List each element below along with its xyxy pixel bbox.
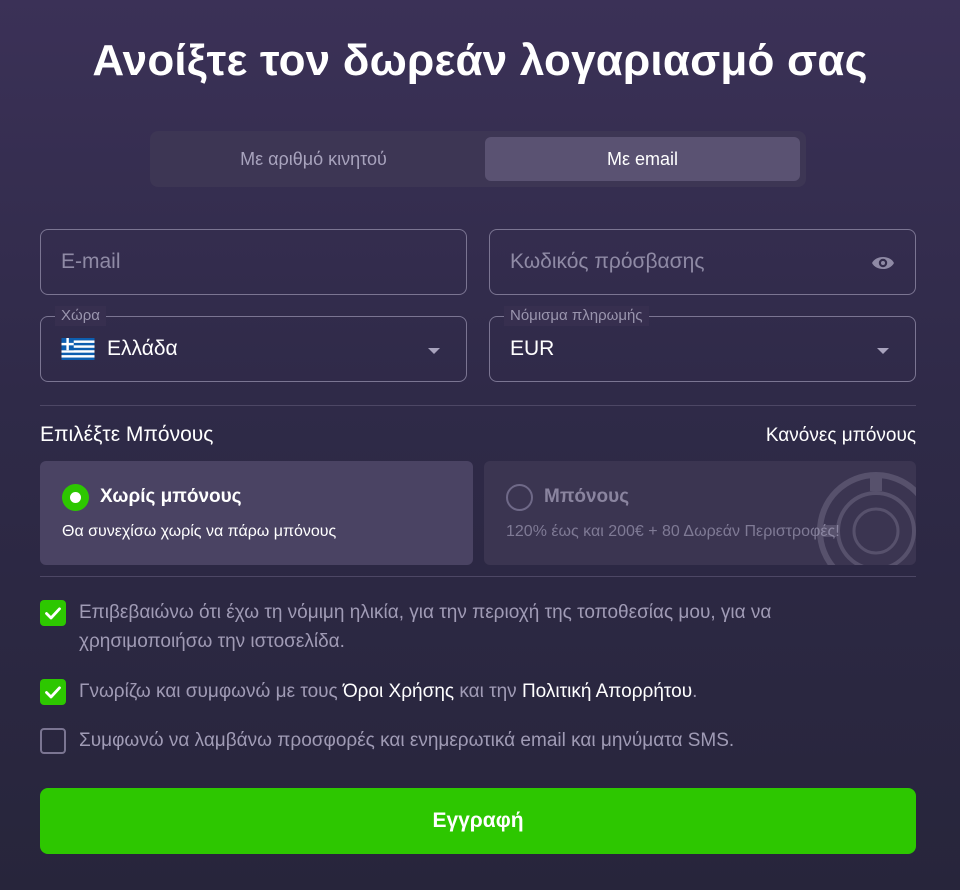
- age-checkbox[interactable]: [40, 600, 66, 626]
- terms-of-use-link[interactable]: Όροι Χρήσης: [343, 681, 454, 702]
- checkmark-icon: [45, 685, 61, 698]
- bonus-option-desc: 120% έως και 200€ + 80 Δωρεάν Περιστροφέ…: [506, 523, 840, 540]
- registration-method-tabs: Με αριθμό κινητού Με email: [150, 131, 806, 187]
- currency-select[interactable]: Νόμισμα πληρωμής EUR: [489, 306, 916, 382]
- terms-text-mid: και την: [454, 681, 522, 702]
- radio-selected[interactable]: [62, 484, 89, 511]
- marketing-checkbox-label: Συμφωνώ να λαμβάνω προσφορές και ενημερω…: [79, 730, 735, 751]
- divider: [40, 405, 916, 406]
- register-button[interactable]: Εγγραφή: [40, 788, 916, 854]
- terms-text-pre: Γνωρίζω και συμφωνώ με τους: [79, 681, 343, 702]
- page-title: Ανοίξτε τον δωρεάν λογαριασμό σας: [92, 36, 868, 85]
- email-field[interactable]: E-mail: [40, 229, 467, 295]
- password-field[interactable]: Κωδικός πρόσβασης: [489, 229, 916, 295]
- checkmark-icon: [45, 606, 61, 619]
- bonus-option-bonus[interactable]: Μπόνους 120% έως και 200€ + 80 Δωρεάν Πε…: [484, 461, 916, 565]
- tab-phone[interactable]: Με αριθμό κινητού: [156, 137, 471, 181]
- country-select[interactable]: Χώρα Ελλάδα: [40, 306, 467, 382]
- bonus-rules-link[interactable]: Κανόνες μπόνους: [766, 425, 916, 447]
- bonus-option-title: Μπόνους: [544, 486, 630, 507]
- tab-email[interactable]: Με email: [485, 137, 800, 181]
- bonus-option-desc: Θα συνεχίσω χωρίς να πάρω μπόνους: [62, 523, 337, 540]
- casino-chip-icon: [816, 471, 916, 565]
- marketing-checkbox[interactable]: [40, 728, 66, 754]
- currency-value: EUR: [510, 337, 555, 360]
- email-placeholder: E-mail: [61, 250, 121, 273]
- caret-down-icon: [877, 348, 889, 354]
- terms-text-post: .: [692, 681, 698, 702]
- bonus-section-label: Επιλέξτε Μπόνους: [40, 423, 214, 446]
- privacy-policy-link[interactable]: Πολιτική Απορρήτου: [522, 681, 692, 702]
- country-value: Ελλάδα: [107, 337, 178, 360]
- bonus-option-none[interactable]: Χωρίς μπόνους Θα συνεχίσω χωρίς να πάρω …: [40, 461, 473, 565]
- bonus-option-title: Χωρίς μπόνους: [100, 486, 242, 507]
- terms-checkbox[interactable]: [40, 679, 66, 705]
- caret-down-icon: [428, 348, 440, 354]
- currency-label: Νόμισμα πληρωμής: [504, 306, 649, 326]
- eye-icon[interactable]: [871, 252, 895, 274]
- age-checkbox-label: Επιβεβαιώνω ότι έχω τη νόμιμη ηλικία, γι…: [79, 602, 772, 652]
- terms-checkbox-label: Γνωρίζω και συμφωνώ με τους Όροι Χρήσης …: [79, 677, 879, 706]
- country-label: Χώρα: [55, 306, 106, 326]
- greece-flag-icon: [61, 338, 107, 360]
- radio-unselected[interactable]: [506, 484, 533, 511]
- password-placeholder: Κωδικός πρόσβασης: [510, 250, 705, 273]
- divider: [40, 576, 916, 577]
